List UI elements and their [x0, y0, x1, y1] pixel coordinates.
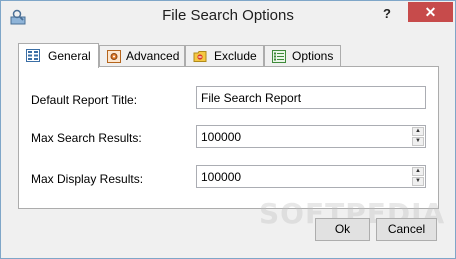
tab-general-label: General	[48, 49, 91, 63]
tab-advanced-label: Advanced	[126, 49, 180, 63]
max-search-down-icon[interactable]: ▼	[412, 137, 424, 146]
close-button[interactable]: ✕	[408, 2, 453, 22]
max-display-spin: ▲ ▼	[412, 167, 424, 186]
max-search-label: Max Search Results:	[31, 131, 142, 145]
dialog-window: File Search Options ? ✕ General Advanced	[0, 0, 456, 259]
exclude-folder-icon	[193, 51, 207, 62]
title-bar[interactable]: File Search Options ? ✕	[1, 1, 455, 33]
max-search-value: 100000	[201, 130, 242, 144]
max-search-up-icon[interactable]: ▲	[412, 127, 424, 136]
tab-options[interactable]: Options	[264, 45, 341, 67]
tab-exclude[interactable]: Exclude	[185, 45, 264, 67]
report-title-label: Default Report Title:	[31, 93, 138, 107]
max-display-label: Max Display Results:	[31, 172, 144, 186]
general-panel: Default Report Title: Max Search Results…	[18, 66, 439, 209]
max-search-stepper[interactable]: 100000 ▲ ▼	[196, 125, 426, 148]
tab-general[interactable]: General	[18, 43, 99, 68]
help-button[interactable]: ?	[376, 3, 398, 25]
max-display-down-icon[interactable]: ▼	[412, 177, 424, 186]
cancel-button[interactable]: Cancel	[376, 218, 437, 241]
max-display-up-icon[interactable]: ▲	[412, 167, 424, 176]
options-list-icon	[272, 50, 286, 63]
report-title-input[interactable]	[196, 86, 426, 109]
tab-exclude-label: Exclude	[214, 49, 257, 63]
general-grid-icon	[26, 49, 40, 62]
advanced-gear-icon	[107, 50, 121, 63]
tab-options-label: Options	[292, 49, 334, 63]
max-display-stepper[interactable]: 100000 ▲ ▼	[196, 165, 426, 188]
tab-advanced[interactable]: Advanced	[99, 45, 185, 67]
ok-button[interactable]: Ok	[315, 218, 370, 241]
max-search-spin: ▲ ▼	[412, 127, 424, 146]
max-display-value: 100000	[201, 170, 242, 184]
